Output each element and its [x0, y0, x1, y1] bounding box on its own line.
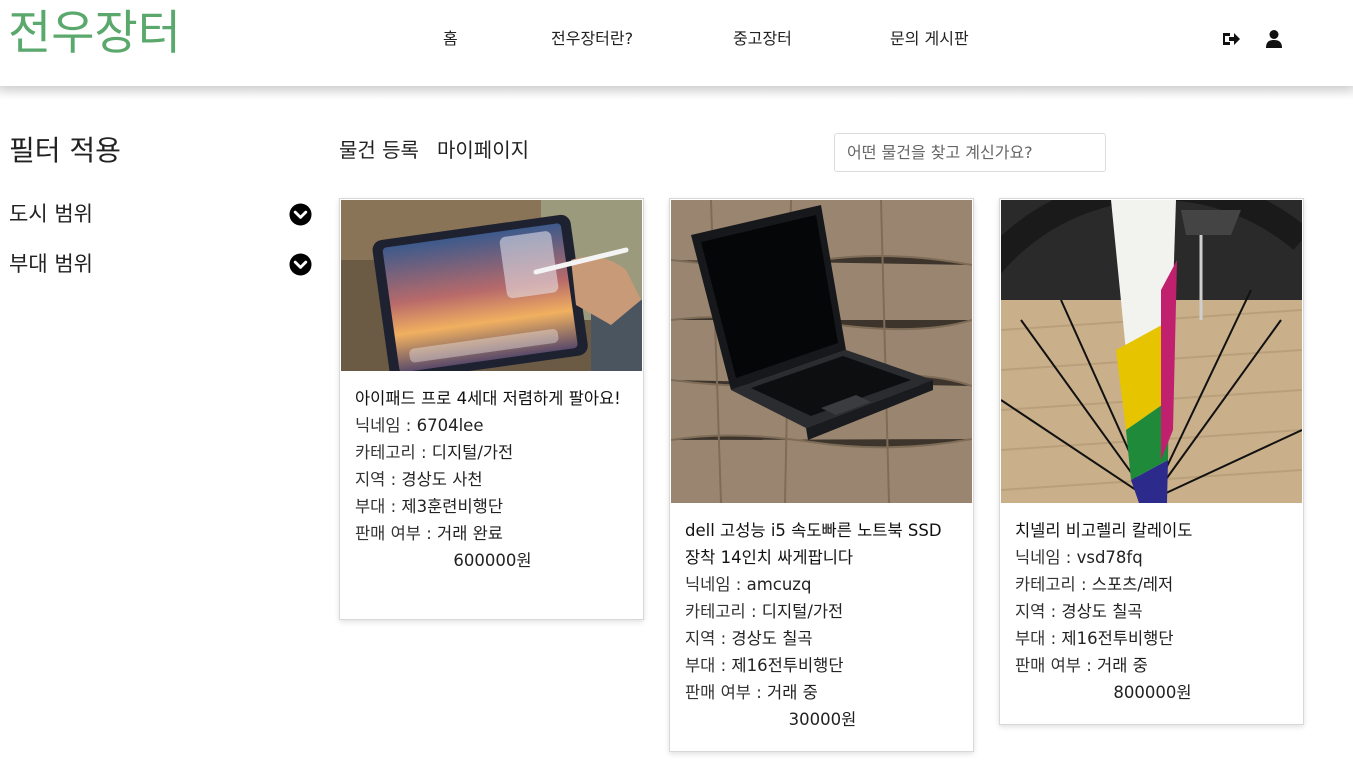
product-image[interactable]: [1001, 200, 1302, 503]
header-shadow: [0, 86, 1353, 100]
product-category: 카테고리 : 디지털/가전: [685, 598, 960, 625]
status-value: 거래 완료: [437, 524, 503, 543]
product-status: 판매 여부 : 거래 완료: [355, 520, 630, 547]
region-value: 경상도 칠곡: [1061, 602, 1143, 621]
region-label: 지역 :: [355, 470, 402, 489]
product-unit: 부대 : 제3훈련비행단: [355, 493, 630, 520]
product-price: 800000원: [1113, 683, 1192, 702]
product-info: 아이패드 프로 4세대 저렴하게 팔아요! 닉네임 : 6704lee 카테고리…: [355, 385, 630, 574]
product-nickname: 닉네임 : 6704lee: [355, 412, 630, 439]
product-image[interactable]: [671, 200, 972, 503]
product-title[interactable]: dell 고성능 i5 속도빠른 노트북 SSD 장착 14인치 싸게팝니다: [685, 517, 960, 571]
product-unit: 부대 : 제16전투비행단: [685, 652, 960, 679]
filter-title: 필터 적용: [9, 134, 121, 167]
filter-unit-range[interactable]: 부대 범위: [9, 250, 314, 280]
status-value: 거래 중: [1097, 656, 1148, 675]
product-region: 지역 : 경상도 사천: [355, 466, 630, 493]
product-title[interactable]: 치넬리 비고렐리 칼레이도: [1015, 517, 1290, 544]
unit-label: 부대 :: [1015, 629, 1062, 648]
product-info: 치넬리 비고렐리 칼레이도 닉네임 : vsd78fq 카테고리 : 스포츠/레…: [1015, 517, 1290, 706]
site-logo[interactable]: 전우장터: [8, 2, 181, 66]
filter-city-label: 도시 범위: [9, 202, 93, 226]
category-label: 카테고리 :: [355, 443, 432, 462]
unit-label: 부대 :: [685, 656, 732, 675]
filter-unit-label: 부대 범위: [9, 252, 93, 276]
product-info: dell 고성능 i5 속도빠른 노트북 SSD 장착 14인치 싸게팝니다 닉…: [685, 517, 960, 733]
nav-about[interactable]: 전우장터란?: [551, 28, 633, 50]
region-label: 지역 :: [685, 629, 732, 648]
product-unit: 부대 : 제16전투비행단: [1015, 625, 1290, 652]
product-card[interactable]: 치넬리 비고렐리 칼레이도 닉네임 : vsd78fq 카테고리 : 스포츠/레…: [999, 198, 1304, 725]
product-status: 판매 여부 : 거래 중: [1015, 652, 1290, 679]
category-label: 카테고리 :: [1015, 575, 1092, 594]
product-price: 600000원: [453, 551, 532, 570]
category-value: 디지털/가전: [761, 602, 844, 621]
status-label: 판매 여부 :: [355, 524, 438, 543]
nickname-value: amcuzq: [746, 575, 812, 594]
product-nickname: 닉네임 : vsd78fq: [1015, 544, 1290, 571]
status-label: 판매 여부 :: [1015, 656, 1098, 675]
nickname-value: 6704lee: [416, 416, 484, 435]
product-region: 지역 : 경상도 칠곡: [685, 625, 960, 652]
product-image[interactable]: [341, 200, 642, 371]
status-value: 거래 중: [767, 683, 818, 702]
region-label: 지역 :: [1015, 602, 1062, 621]
user-icon[interactable]: [1264, 29, 1284, 49]
search-input[interactable]: [834, 133, 1106, 172]
product-card[interactable]: dell 고성능 i5 속도빠른 노트북 SSD 장착 14인치 싸게팝니다 닉…: [669, 198, 974, 752]
product-price: 30000원: [788, 710, 857, 729]
chevron-down-icon[interactable]: [289, 253, 312, 276]
unit-value: 제16전투비행단: [731, 656, 844, 675]
region-value: 경상도 사천: [401, 470, 483, 489]
mypage-link[interactable]: 마이페이지: [437, 136, 529, 164]
unit-value: 제16전투비행단: [1061, 629, 1174, 648]
chevron-down-icon[interactable]: [289, 203, 312, 226]
filter-city-range[interactable]: 도시 범위: [9, 200, 314, 230]
nickname-label: 닉네임 :: [1015, 548, 1077, 567]
product-status: 판매 여부 : 거래 중: [685, 679, 960, 706]
category-label: 카테고리 :: [685, 602, 762, 621]
top-header: 전우장터 홈 전우장터란? 중고장터 문의 게시판: [0, 0, 1353, 86]
category-value: 디지털/가전: [431, 443, 514, 462]
product-category: 카테고리 : 디지털/가전: [355, 439, 630, 466]
nav-home[interactable]: 홈: [443, 28, 458, 50]
unit-value: 제3훈련비행단: [401, 497, 503, 516]
region-value: 경상도 칠곡: [731, 629, 813, 648]
product-title[interactable]: 아이패드 프로 4세대 저렴하게 팔아요!: [355, 385, 630, 412]
unit-label: 부대 :: [355, 497, 402, 516]
logout-icon[interactable]: [1221, 29, 1241, 49]
product-region: 지역 : 경상도 칠곡: [1015, 598, 1290, 625]
nav-market[interactable]: 중고장터: [733, 28, 792, 50]
nickname-label: 닉네임 :: [685, 575, 747, 594]
nickname-value: vsd78fq: [1076, 548, 1143, 567]
nickname-label: 닉네임 :: [355, 416, 417, 435]
product-category: 카테고리 : 스포츠/레저: [1015, 571, 1290, 598]
category-value: 스포츠/레저: [1091, 575, 1174, 594]
status-label: 판매 여부 :: [685, 683, 768, 702]
product-card[interactable]: 아이패드 프로 4세대 저렴하게 팔아요! 닉네임 : 6704lee 카테고리…: [339, 198, 644, 620]
nav-inquiry-board[interactable]: 문의 게시판: [890, 28, 969, 50]
register-item-link[interactable]: 물건 등록: [339, 136, 419, 164]
product-nickname: 닉네임 : amcuzq: [685, 571, 960, 598]
